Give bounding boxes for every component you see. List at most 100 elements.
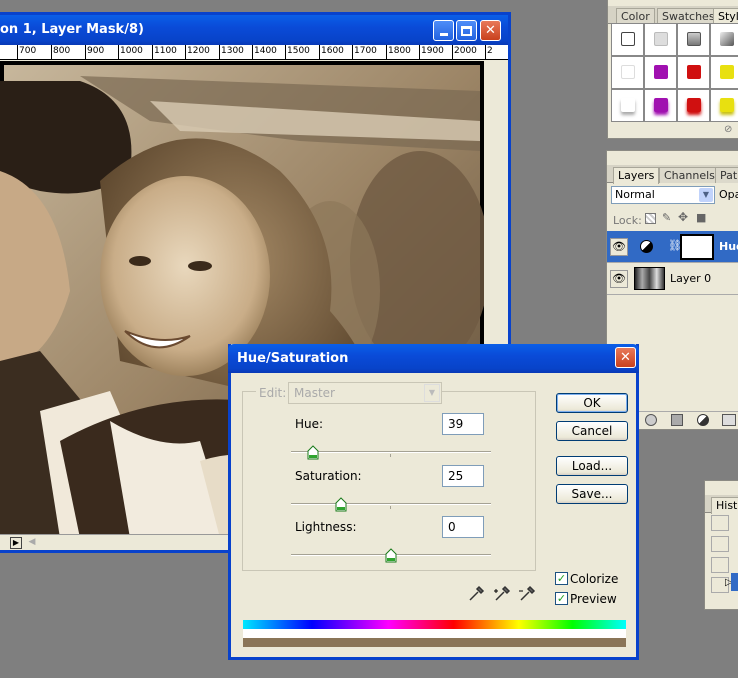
ruler-label: 1500 [287, 46, 310, 56]
layer-style-icon[interactable] [645, 414, 657, 426]
ruler-label: 1400 [254, 46, 277, 56]
saturation-center-tick [390, 506, 391, 509]
cancel-button[interactable]: Cancel [556, 421, 628, 441]
layer-row-hue[interactable]: 👁 ⛓ Hue [607, 231, 738, 263]
style-swatch[interactable] [611, 23, 644, 56]
hue-input[interactable]: 39 [442, 413, 484, 435]
preview-checkbox[interactable]: ✓ [555, 592, 568, 605]
eyedropper-icon[interactable] [467, 585, 485, 603]
history-row[interactable] [711, 557, 729, 573]
ruler-label: 1700 [354, 46, 377, 56]
minimize-button[interactable] [433, 20, 454, 41]
saturation-slider-thumb[interactable] [335, 497, 347, 512]
eyedropper-plus-icon[interactable] [493, 585, 511, 603]
blend-mode-value: Normal [615, 188, 655, 201]
add-mask-icon[interactable] [671, 414, 683, 426]
hue-center-tick [390, 454, 391, 457]
ruler-label: 900 [87, 46, 105, 56]
document-title: on 1, Layer Mask/8) [0, 22, 144, 37]
ruler-label: 800 [53, 46, 71, 56]
hue-slider-track[interactable] [291, 451, 491, 453]
saturation-value: 25 [448, 469, 464, 483]
tab-swatches[interactable]: Swatches [657, 8, 720, 24]
lock-label: Lock: [613, 214, 642, 227]
history-row[interactable] [711, 536, 729, 552]
eyedropper-minus-icon[interactable] [518, 585, 536, 603]
maximize-button[interactable] [456, 20, 477, 41]
blend-mode-dropdown[interactable]: Normal ▼ [611, 186, 715, 204]
saturation-slider-track[interactable] [291, 503, 491, 505]
lightness-label: Lightness: [295, 520, 357, 534]
tab-layers[interactable]: Layers [613, 167, 660, 184]
edit-dropdown[interactable]: Master ▼ [288, 382, 442, 404]
history-panel: Histo ▷ [704, 480, 738, 610]
style-swatch[interactable] [677, 56, 710, 89]
lock-brush-icon[interactable]: ✎ [662, 211, 671, 224]
load-button[interactable]: Load... [556, 456, 628, 476]
ruler-label: 2 [487, 46, 493, 56]
edit-dropdown-value: Master [294, 386, 335, 400]
lightness-value: 0 [448, 520, 456, 534]
history-row[interactable] [711, 515, 729, 531]
horizontal-ruler: 700 800 900 1000 1100 1200 1300 1400 150… [0, 45, 508, 60]
eye-icon[interactable]: 👁 [610, 238, 628, 256]
ruler-label: 1300 [221, 46, 244, 56]
ruler-label: 1600 [321, 46, 344, 56]
preview-label: Preview [570, 592, 617, 606]
history-selected-row[interactable] [731, 573, 738, 591]
dialog-title-bar[interactable]: Hue/Saturation [228, 344, 639, 373]
style-swatch[interactable] [611, 89, 644, 122]
style-swatch[interactable] [677, 23, 710, 56]
style-swatch[interactable] [644, 23, 677, 56]
tab-color[interactable]: Color [616, 8, 655, 24]
hue-slider-thumb[interactable] [307, 445, 319, 460]
lightness-input[interactable]: 0 [442, 516, 484, 538]
style-swatch[interactable] [611, 56, 644, 89]
saturation-input[interactable]: 25 [442, 465, 484, 487]
style-swatch[interactable] [677, 89, 710, 122]
eye-icon[interactable]: 👁 [610, 270, 628, 288]
chevron-down-icon: ▼ [424, 384, 440, 402]
dialog-close-button[interactable]: ✕ [615, 347, 636, 368]
style-swatch[interactable] [710, 89, 738, 122]
output-white-bar [243, 629, 626, 638]
lock-all-icon[interactable]: ■ [696, 211, 706, 224]
lock-transparent-icon[interactable] [645, 213, 656, 224]
styles-panel: Color Swatches Style ⊘ [607, 0, 738, 139]
close-icon: ✕ [620, 350, 631, 365]
style-swatch[interactable] [644, 56, 677, 89]
hue-saturation-dialog: Hue/Saturation ✕ Edit: Master ▼ Hue: 39 … [228, 344, 639, 660]
delete-style-icon[interactable]: ⊘ [724, 124, 732, 135]
layer-name: Layer 0 [670, 272, 712, 285]
adjust-group [242, 391, 536, 571]
lightness-slider-thumb[interactable] [385, 548, 397, 563]
layer-row-layer0[interactable]: 👁 Layer 0 [607, 263, 738, 295]
ruler-label: 700 [19, 46, 37, 56]
close-button[interactable]: ✕ [480, 20, 501, 41]
ok-button[interactable]: OK [556, 393, 628, 413]
edit-label: Edit: [256, 386, 290, 400]
tab-channels[interactable]: Channels [659, 167, 720, 183]
scroll-left-arrow-icon[interactable]: ◀ [26, 537, 38, 549]
opacity-label: Opa [719, 188, 738, 201]
saturation-label: Saturation: [295, 469, 362, 483]
save-button[interactable]: Save... [556, 484, 628, 504]
maximize-icon [461, 25, 472, 36]
tab-paths[interactable]: Path [715, 167, 738, 183]
new-set-icon[interactable] [722, 414, 736, 426]
new-adjustment-icon[interactable] [697, 414, 709, 426]
style-swatch[interactable] [710, 23, 738, 56]
tab-history[interactable]: Histo [711, 497, 738, 514]
dialog-title: Hue/Saturation [237, 351, 349, 366]
ruler-label: 1200 [187, 46, 210, 56]
document-title-bar[interactable]: on 1, Layer Mask/8) [0, 15, 508, 45]
hue-label: Hue: [295, 417, 324, 431]
lock-move-icon[interactable]: ✥ [678, 210, 688, 224]
output-color-bar [243, 638, 626, 647]
scroll-right-arrow-icon[interactable]: ▶ [10, 537, 22, 549]
colorize-label: Colorize [570, 572, 619, 586]
style-swatch[interactable] [644, 89, 677, 122]
colorize-checkbox[interactable]: ✓ [555, 572, 568, 585]
layer-mask-thumbnail[interactable] [680, 234, 714, 260]
style-swatch[interactable] [710, 56, 738, 89]
